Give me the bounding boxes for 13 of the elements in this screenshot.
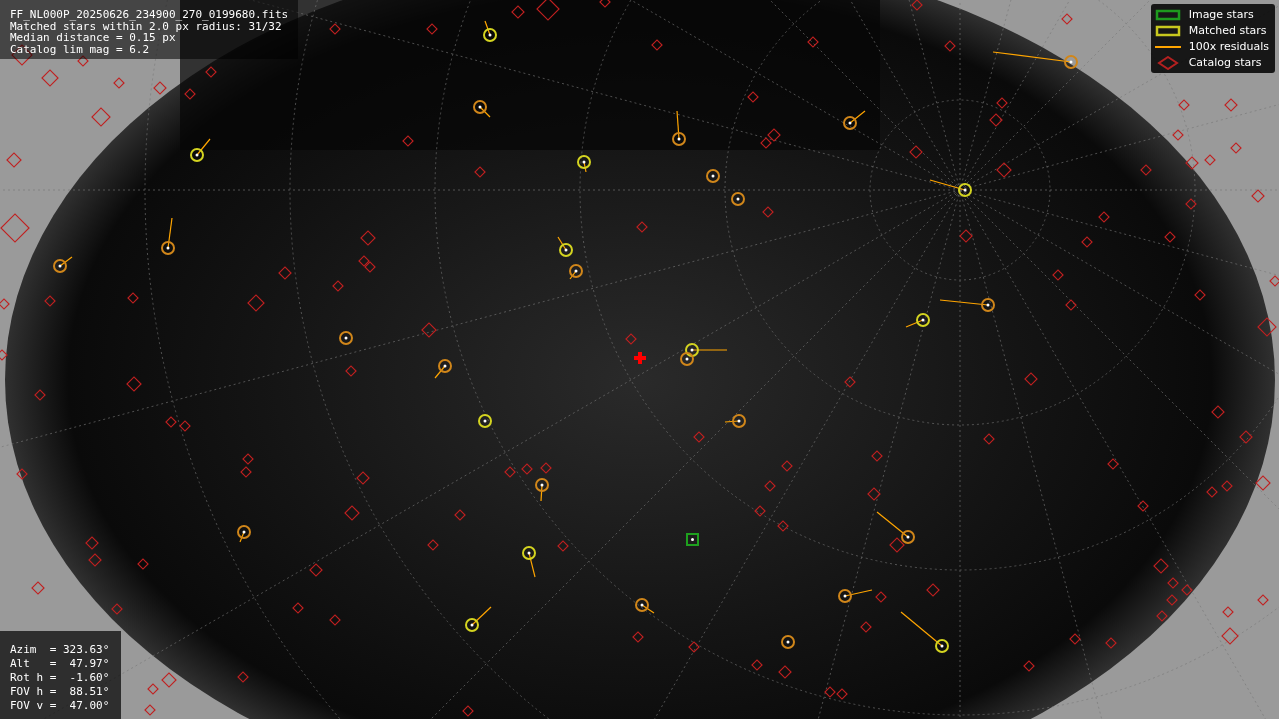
legend-label: Matched stars — [1188, 24, 1267, 37]
legend-label: Catalog stars — [1188, 56, 1262, 69]
pointing-text: FOV h = 88.51° — [10, 685, 110, 699]
pointing-text: Alt = 47.97° — [10, 657, 110, 671]
pointing-text: FOV v = 47.00° — [10, 699, 110, 713]
legend-label: Image stars — [1188, 8, 1254, 21]
info-text: Matched stars within 2.0 px radius: 31/32 — [10, 20, 282, 32]
info-text: Median distance = 0.15 px — [10, 32, 176, 44]
pointing-text: Azim = 323.63° — [10, 643, 110, 657]
info-text: FF_NL000P_20250626_234900_270_0199680.fits — [10, 9, 289, 21]
info-text: Catalog lim mag = 6.2 — [10, 43, 151, 55]
pointing-text: Rot h = -1.60° — [10, 671, 110, 685]
legend-label: 100x residuals — [1188, 40, 1269, 53]
